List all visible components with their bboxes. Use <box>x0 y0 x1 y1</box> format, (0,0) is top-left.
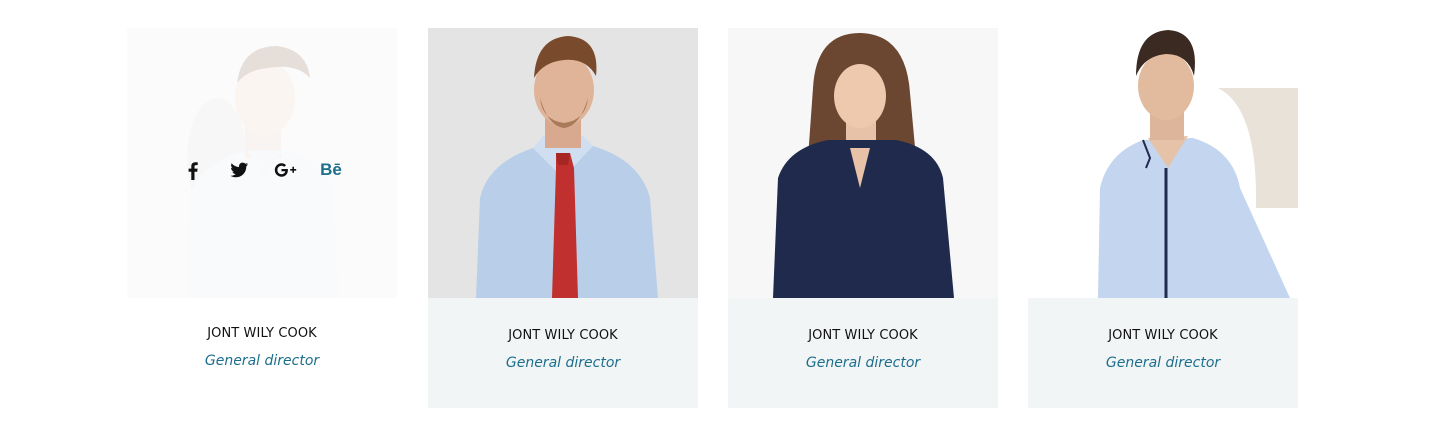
twitter-icon <box>230 162 248 178</box>
member-name: JONT WILY COOK <box>1108 328 1218 343</box>
member-photo <box>428 28 698 298</box>
team-card-2[interactable]: JONT WILY COOK General director <box>428 28 698 408</box>
member-info: JONT WILY COOK General director <box>728 298 998 408</box>
behance-icon: Bē <box>320 160 342 179</box>
team-card-4[interactable]: JONT WILY COOK General director <box>1028 28 1298 408</box>
behance-link[interactable]: Bē <box>319 158 343 182</box>
facebook-link[interactable] <box>181 158 205 182</box>
member-role: General director <box>204 353 320 369</box>
team-card-1[interactable]: Bē JONT WILY COOK General director <box>127 28 397 408</box>
member-photo: Bē <box>127 28 397 298</box>
member-info: JONT WILY COOK General director <box>1028 298 1298 408</box>
member-name: JONT WILY COOK <box>508 328 618 343</box>
member-info: JONT WILY COOK General director <box>428 298 698 408</box>
member-info: JONT WILY COOK General director <box>127 298 397 408</box>
member-role: General director <box>805 355 921 371</box>
member-role: General director <box>1105 355 1221 371</box>
facebook-icon <box>188 162 198 180</box>
twitter-link[interactable] <box>227 158 251 182</box>
member-photo <box>1028 28 1298 298</box>
member-role: General director <box>505 355 621 371</box>
member-name: JONT WILY COOK <box>207 326 317 341</box>
member-name: JONT WILY COOK <box>808 328 918 343</box>
social-links: Bē <box>127 158 397 182</box>
team-card-3[interactable]: JONT WILY COOK General director <box>728 28 998 408</box>
google-plus-icon <box>274 163 297 177</box>
member-photo <box>728 28 998 298</box>
google-plus-link[interactable] <box>273 158 297 182</box>
